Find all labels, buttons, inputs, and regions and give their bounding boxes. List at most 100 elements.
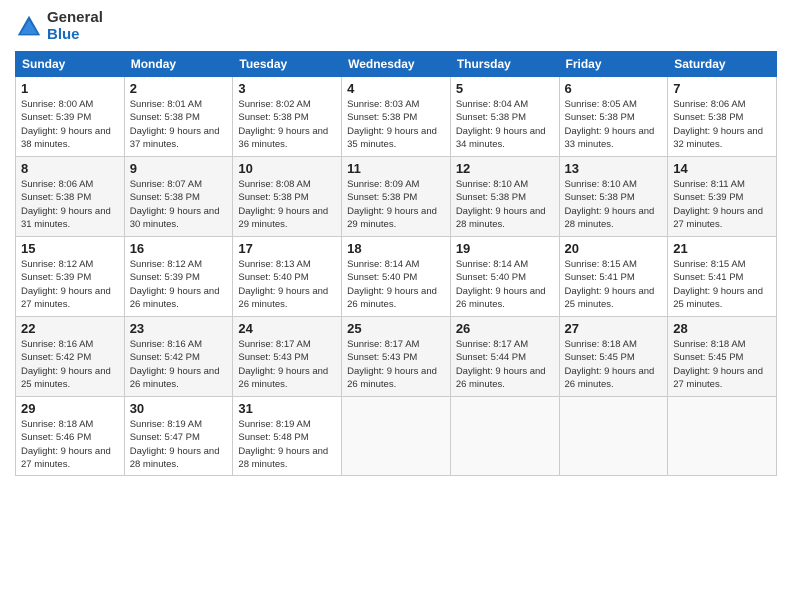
day-number: 3 — [238, 81, 336, 96]
day-info: Sunrise: 8:18 AMSunset: 5:46 PMDaylight:… — [21, 418, 119, 471]
weekday-header-tuesday: Tuesday — [233, 52, 342, 77]
calendar-cell — [668, 397, 777, 476]
calendar-cell: 4 Sunrise: 8:03 AMSunset: 5:38 PMDaylight… — [342, 77, 451, 157]
calendar-cell: 3 Sunrise: 8:02 AMSunset: 5:38 PMDaylight… — [233, 77, 342, 157]
calendar-cell: 19 Sunrise: 8:14 AMSunset: 5:40 PMDayligh… — [450, 237, 559, 317]
day-number: 5 — [456, 81, 554, 96]
calendar-cell: 5 Sunrise: 8:04 AMSunset: 5:38 PMDaylight… — [450, 77, 559, 157]
calendar-cell: 31 Sunrise: 8:19 AMSunset: 5:48 PMDayligh… — [233, 397, 342, 476]
page: General Blue SundayMondayTuesdayWednesda… — [0, 0, 792, 612]
day-number: 2 — [130, 81, 228, 96]
calendar-cell: 1Sunrise: 8:00 AMSunset: 5:39 PMDaylight… — [16, 77, 125, 157]
day-info: Sunrise: 8:04 AMSunset: 5:38 PMDaylight:… — [456, 98, 554, 151]
day-info: Sunrise: 8:08 AMSunset: 5:38 PMDaylight:… — [238, 178, 336, 231]
day-info: Sunrise: 8:15 AMSunset: 5:41 PMDaylight:… — [565, 258, 663, 311]
day-number: 11 — [347, 161, 445, 176]
logo-icon — [15, 13, 43, 41]
day-number: 24 — [238, 321, 336, 336]
calendar-cell: 14 Sunrise: 8:11 AMSunset: 5:39 PMDayligh… — [668, 157, 777, 237]
calendar-cell: 9 Sunrise: 8:07 AMSunset: 5:38 PMDaylight… — [124, 157, 233, 237]
day-number: 21 — [673, 241, 771, 256]
day-number: 13 — [565, 161, 663, 176]
day-number: 29 — [21, 401, 119, 416]
calendar-cell: 20 Sunrise: 8:15 AMSunset: 5:41 PMDayligh… — [559, 237, 668, 317]
day-info: Sunrise: 8:10 AMSunset: 5:38 PMDaylight:… — [456, 178, 554, 231]
day-info: Sunrise: 8:14 AMSunset: 5:40 PMDaylight:… — [347, 258, 445, 311]
week-row-1: 1Sunrise: 8:00 AMSunset: 5:39 PMDaylight… — [16, 77, 777, 157]
calendar-cell: 10Sunrise: 8:08 AMSunset: 5:38 PMDayligh… — [233, 157, 342, 237]
day-info: Sunrise: 8:18 AMSunset: 5:45 PMDaylight:… — [565, 338, 663, 391]
calendar-cell: 22 Sunrise: 8:16 AMSunset: 5:42 PMDayligh… — [16, 317, 125, 397]
calendar-cell: 28 Sunrise: 8:18 AMSunset: 5:45 PMDayligh… — [668, 317, 777, 397]
calendar-cell: 8 Sunrise: 8:06 AMSunset: 5:38 PMDaylight… — [16, 157, 125, 237]
calendar-cell: 23Sunrise: 8:16 AMSunset: 5:42 PMDayligh… — [124, 317, 233, 397]
day-info: Sunrise: 8:03 AMSunset: 5:38 PMDaylight:… — [347, 98, 445, 151]
day-info: Sunrise: 8:14 AMSunset: 5:40 PMDaylight:… — [456, 258, 554, 311]
day-info: Sunrise: 8:00 AMSunset: 5:39 PMDaylight:… — [21, 98, 119, 151]
day-number: 20 — [565, 241, 663, 256]
day-number: 22 — [21, 321, 119, 336]
calendar-cell — [559, 397, 668, 476]
logo-text: General Blue — [47, 10, 103, 43]
week-row-2: 8 Sunrise: 8:06 AMSunset: 5:38 PMDaylight… — [16, 157, 777, 237]
weekday-header-thursday: Thursday — [450, 52, 559, 77]
calendar-cell: 18 Sunrise: 8:14 AMSunset: 5:40 PMDayligh… — [342, 237, 451, 317]
day-info: Sunrise: 8:05 AMSunset: 5:38 PMDaylight:… — [565, 98, 663, 151]
calendar-cell: 21 Sunrise: 8:15 AMSunset: 5:41 PMDayligh… — [668, 237, 777, 317]
logo: General Blue — [15, 10, 103, 43]
calendar-cell: 17Sunrise: 8:13 AMSunset: 5:40 PMDayligh… — [233, 237, 342, 317]
day-info: Sunrise: 8:15 AMSunset: 5:41 PMDaylight:… — [673, 258, 771, 311]
calendar-cell: 13 Sunrise: 8:10 AMSunset: 5:38 PMDayligh… — [559, 157, 668, 237]
day-info: Sunrise: 8:19 AMSunset: 5:47 PMDaylight:… — [130, 418, 228, 471]
calendar-cell: 24 Sunrise: 8:17 AMSunset: 5:43 PMDayligh… — [233, 317, 342, 397]
calendar-cell: 26 Sunrise: 8:17 AMSunset: 5:44 PMDayligh… — [450, 317, 559, 397]
day-info: Sunrise: 8:09 AMSunset: 5:38 PMDaylight:… — [347, 178, 445, 231]
day-number: 14 — [673, 161, 771, 176]
day-info: Sunrise: 8:17 AMSunset: 5:43 PMDaylight:… — [347, 338, 445, 391]
calendar-cell: 15Sunrise: 8:12 AMSunset: 5:39 PMDayligh… — [16, 237, 125, 317]
header: General Blue — [15, 10, 777, 43]
day-info: Sunrise: 8:18 AMSunset: 5:45 PMDaylight:… — [673, 338, 771, 391]
day-info: Sunrise: 8:11 AMSunset: 5:39 PMDaylight:… — [673, 178, 771, 231]
day-number: 26 — [456, 321, 554, 336]
calendar-cell — [342, 397, 451, 476]
day-number: 15 — [21, 241, 119, 256]
day-number: 18 — [347, 241, 445, 256]
day-number: 25 — [347, 321, 445, 336]
day-info: Sunrise: 8:19 AMSunset: 5:48 PMDaylight:… — [238, 418, 336, 471]
day-number: 6 — [565, 81, 663, 96]
day-info: Sunrise: 8:16 AMSunset: 5:42 PMDaylight:… — [21, 338, 119, 391]
day-number: 27 — [565, 321, 663, 336]
calendar-cell: 30Sunrise: 8:19 AMSunset: 5:47 PMDayligh… — [124, 397, 233, 476]
day-number: 9 — [130, 161, 228, 176]
day-info: Sunrise: 8:10 AMSunset: 5:38 PMDaylight:… — [565, 178, 663, 231]
calendar-cell: 11 Sunrise: 8:09 AMSunset: 5:38 PMDayligh… — [342, 157, 451, 237]
logo-blue: Blue — [47, 26, 80, 43]
day-info: Sunrise: 8:01 AMSunset: 5:38 PMDaylight:… — [130, 98, 228, 151]
calendar-table: SundayMondayTuesdayWednesdayThursdayFrid… — [15, 51, 777, 476]
calendar-cell: 16 Sunrise: 8:12 AMSunset: 5:39 PMDayligh… — [124, 237, 233, 317]
day-number: 8 — [21, 161, 119, 176]
calendar-cell: 7Sunrise: 8:06 AMSunset: 5:38 PMDaylight… — [668, 77, 777, 157]
day-number: 4 — [347, 81, 445, 96]
day-number: 16 — [130, 241, 228, 256]
day-number: 28 — [673, 321, 771, 336]
week-row-5: 29 Sunrise: 8:18 AMSunset: 5:46 PMDayligh… — [16, 397, 777, 476]
calendar-cell: 27 Sunrise: 8:18 AMSunset: 5:45 PMDayligh… — [559, 317, 668, 397]
day-info: Sunrise: 8:17 AMSunset: 5:44 PMDaylight:… — [456, 338, 554, 391]
day-info: Sunrise: 8:07 AMSunset: 5:38 PMDaylight:… — [130, 178, 228, 231]
day-number: 19 — [456, 241, 554, 256]
calendar-header-row: SundayMondayTuesdayWednesdayThursdayFrid… — [16, 52, 777, 77]
weekday-header-sunday: Sunday — [16, 52, 125, 77]
calendar-cell: 2 Sunrise: 8:01 AMSunset: 5:38 PMDaylight… — [124, 77, 233, 157]
day-number: 23 — [130, 321, 228, 336]
day-number: 12 — [456, 161, 554, 176]
day-info: Sunrise: 8:13 AMSunset: 5:40 PMDaylight:… — [238, 258, 336, 311]
day-info: Sunrise: 8:12 AMSunset: 5:39 PMDaylight:… — [130, 258, 228, 311]
day-info: Sunrise: 8:02 AMSunset: 5:38 PMDaylight:… — [238, 98, 336, 151]
weekday-header-saturday: Saturday — [668, 52, 777, 77]
day-info: Sunrise: 8:06 AMSunset: 5:38 PMDaylight:… — [21, 178, 119, 231]
day-number: 31 — [238, 401, 336, 416]
day-info: Sunrise: 8:17 AMSunset: 5:43 PMDaylight:… — [238, 338, 336, 391]
weekday-header-monday: Monday — [124, 52, 233, 77]
